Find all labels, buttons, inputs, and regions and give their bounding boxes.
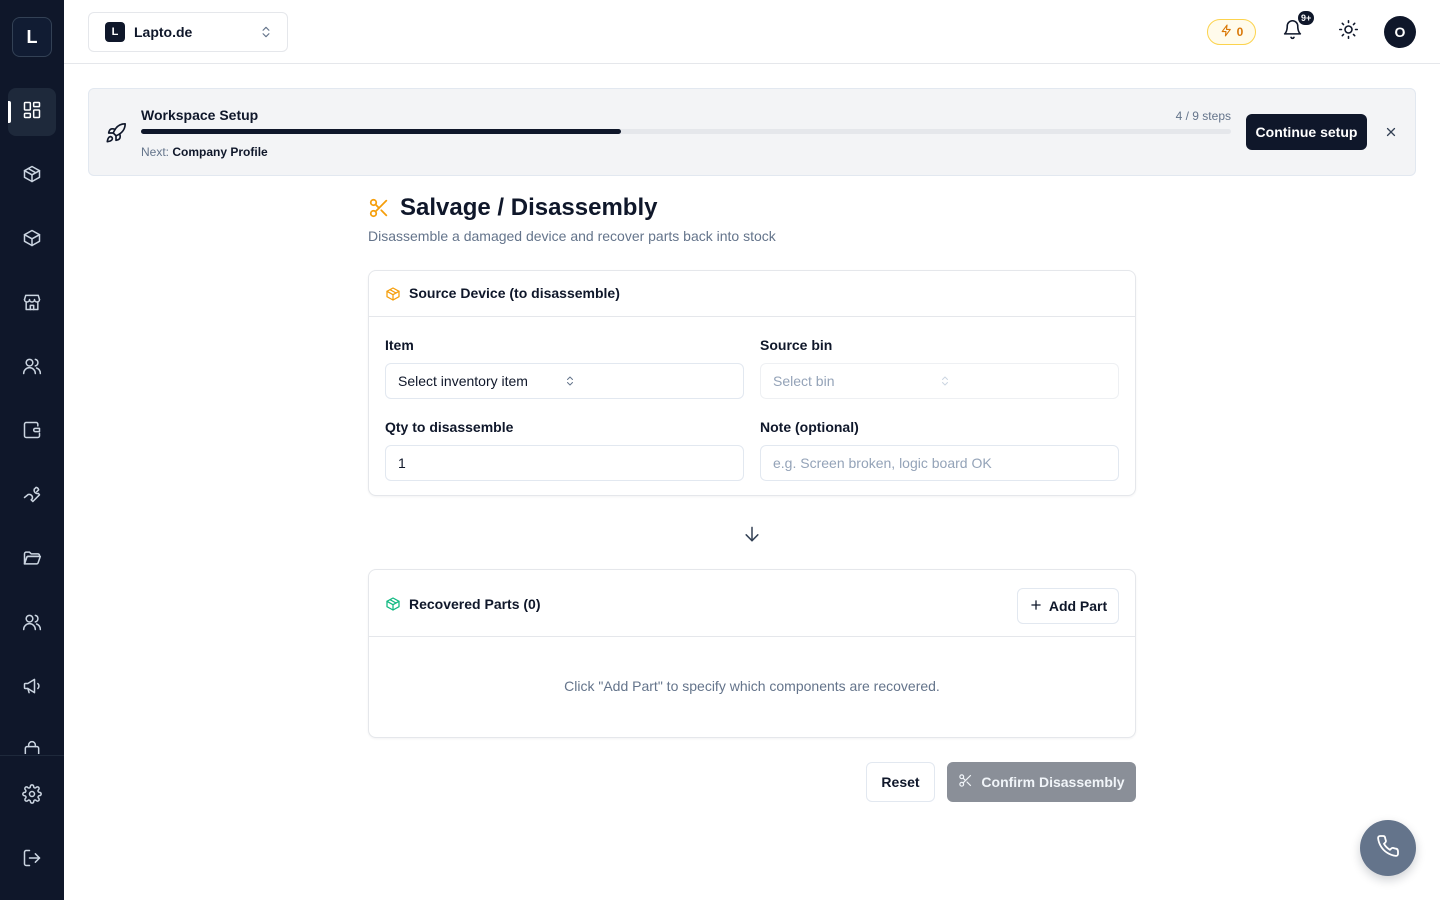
plus-icon bbox=[1029, 598, 1043, 615]
setup-progress-fill bbox=[141, 129, 621, 134]
page-title: Salvage / Disassembly bbox=[400, 194, 658, 221]
notifications-count-badge: 9+ bbox=[1297, 10, 1316, 26]
sidebar-item-logout[interactable] bbox=[8, 836, 56, 884]
bag-icon bbox=[22, 740, 42, 754]
source-device-card-title: Source Device (to disassemble) bbox=[409, 285, 620, 301]
workspace-badge: L bbox=[105, 22, 125, 42]
source-bin-select-value: Select bin bbox=[773, 373, 835, 389]
sidebar-item-repairs[interactable] bbox=[8, 472, 56, 520]
zap-icon bbox=[1220, 24, 1233, 40]
setup-title: Workspace Setup bbox=[141, 107, 259, 123]
close-icon[interactable] bbox=[1382, 123, 1400, 141]
recovered-parts-card: Recovered Parts (0) Add Part Click "Add … bbox=[368, 569, 1136, 738]
arrow-down-icon bbox=[742, 524, 762, 549]
rocket-icon bbox=[105, 122, 127, 149]
sidebar-item-customers[interactable] bbox=[8, 344, 56, 392]
workspace-name: Lapto.de bbox=[134, 24, 193, 40]
sidebar-item-wallet[interactable] bbox=[8, 408, 56, 456]
sun-icon bbox=[1338, 19, 1359, 45]
megaphone-icon bbox=[22, 676, 42, 701]
recovered-parts-card-header: Recovered Parts (0) Add Part bbox=[369, 570, 1135, 637]
sidebar-item-marketing[interactable] bbox=[8, 664, 56, 712]
sidebar-item-settings[interactable] bbox=[8, 772, 56, 820]
setup-next-step: Next: Company Profile bbox=[141, 145, 268, 159]
chevrons-up-down-icon bbox=[259, 25, 273, 39]
users-icon bbox=[22, 356, 42, 381]
sidebar-item-files[interactable] bbox=[8, 536, 56, 584]
package-icon bbox=[385, 596, 401, 617]
add-part-label: Add Part bbox=[1048, 598, 1108, 614]
note-input[interactable] bbox=[760, 445, 1119, 481]
recovered-parts-empty-state: Click "Add Part" to specify which compon… bbox=[564, 678, 940, 694]
reset-button[interactable]: Reset bbox=[866, 762, 935, 802]
user-avatar[interactable]: O bbox=[1384, 16, 1416, 48]
confirm-disassembly-button[interactable]: Confirm Disassembly bbox=[947, 762, 1136, 802]
confirm-disassembly-label: Confirm Disassembly bbox=[981, 774, 1125, 790]
sidebar: L bbox=[0, 0, 64, 900]
credits-count: 0 bbox=[1236, 25, 1244, 39]
sidebar-divider bbox=[0, 755, 64, 756]
item-select[interactable]: Select inventory item bbox=[385, 363, 744, 399]
store-icon bbox=[22, 292, 42, 317]
note-label: Note (optional) bbox=[760, 419, 859, 435]
recovered-parts-card-title: Recovered Parts (0) bbox=[409, 596, 541, 612]
setup-next-value: Company Profile bbox=[172, 145, 268, 159]
setup-steps-count: 4 / 9 steps bbox=[1175, 109, 1231, 123]
wrench-icon bbox=[22, 484, 42, 509]
add-part-button[interactable]: Add Part bbox=[1017, 588, 1119, 624]
qty-label: Qty to disassemble bbox=[385, 419, 514, 435]
app-logo[interactable]: L bbox=[12, 17, 52, 57]
active-indicator bbox=[8, 101, 11, 123]
setup-next-label: Next: bbox=[141, 145, 170, 159]
logout-icon bbox=[22, 848, 42, 873]
source-bin-select[interactable]: Select bin bbox=[760, 363, 1119, 399]
sidebar-item-dashboard[interactable] bbox=[8, 88, 56, 136]
wallet-icon bbox=[22, 420, 42, 445]
qty-input[interactable] bbox=[385, 445, 744, 481]
dashboard-icon bbox=[22, 100, 42, 125]
item-select-value: Select inventory item bbox=[398, 373, 528, 389]
sidebar-item-inventory[interactable] bbox=[8, 216, 56, 264]
page-subtitle: Disassemble a damaged device and recover… bbox=[368, 228, 776, 244]
workspace-setup-banner: Workspace Setup 4 / 9 steps Next: Compan… bbox=[88, 88, 1416, 176]
sidebar-item-products[interactable] bbox=[8, 152, 56, 200]
workspace-selector[interactable]: L Lapto.de bbox=[88, 12, 288, 52]
setup-progress-bar bbox=[141, 129, 1231, 134]
sidebar-item-store[interactable] bbox=[8, 280, 56, 328]
phone-support-button[interactable] bbox=[1360, 820, 1416, 876]
box-icon bbox=[22, 164, 42, 189]
item-label: Item bbox=[385, 337, 414, 353]
phone-icon bbox=[1376, 834, 1400, 863]
package-icon bbox=[385, 286, 401, 307]
sidebar-item-shop[interactable] bbox=[8, 728, 56, 754]
scissors-icon bbox=[368, 197, 390, 224]
credits-badge[interactable]: 0 bbox=[1207, 19, 1256, 45]
gear-icon bbox=[22, 783, 42, 809]
sidebar-nav[interactable] bbox=[0, 84, 64, 754]
sidebar-item-team[interactable] bbox=[8, 600, 56, 648]
folder-icon bbox=[22, 548, 42, 573]
chevrons-up-down-icon bbox=[564, 375, 730, 387]
source-bin-label: Source bin bbox=[760, 337, 833, 353]
source-device-card-header: Source Device (to disassemble) bbox=[369, 271, 1135, 317]
source-device-card: Source Device (to disassemble) Item Sele… bbox=[368, 270, 1136, 496]
team-icon bbox=[22, 612, 42, 637]
theme-toggle-button[interactable] bbox=[1332, 16, 1364, 48]
package-icon bbox=[22, 228, 42, 253]
chevrons-up-down-icon bbox=[939, 375, 1105, 387]
top-header: L Lapto.de 0 9+ O bbox=[64, 0, 1440, 64]
scissors-icon bbox=[958, 773, 973, 791]
continue-setup-button[interactable]: Continue setup bbox=[1246, 114, 1367, 150]
